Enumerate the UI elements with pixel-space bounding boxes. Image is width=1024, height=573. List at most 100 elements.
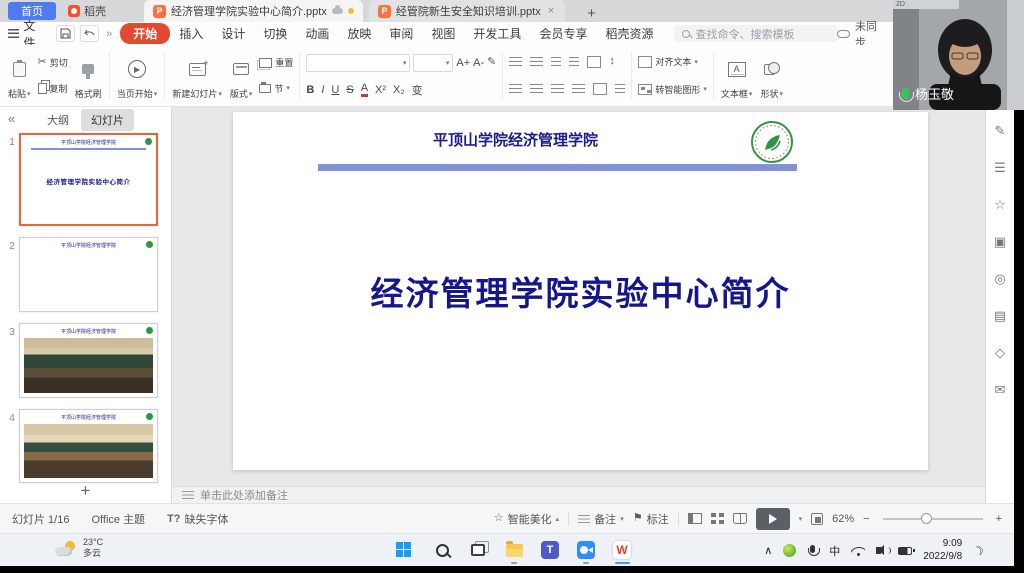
copy-button[interactable]: 复制 bbox=[38, 82, 68, 95]
pinyin-button[interactable]: 变 bbox=[412, 82, 423, 98]
notes-bar[interactable]: 单击此处添加备注 bbox=[172, 486, 985, 503]
video-call-overlay[interactable]: 2D 杨玉敬 bbox=[893, 0, 1024, 110]
slide-thumbnail-3[interactable]: 平顶山学院经济管理学院 bbox=[19, 323, 158, 398]
docer-tab[interactable]: 稻壳 bbox=[56, 0, 118, 22]
notes-toggle-button[interactable]: 备注 ▾ bbox=[578, 511, 624, 527]
slide-thumbnail-1[interactable]: 平顶山学院经济管理学院 经济管理学院实验中心简介 bbox=[19, 133, 158, 226]
decrease-indent-button[interactable] bbox=[551, 57, 561, 67]
add-slide-button[interactable]: + bbox=[0, 481, 171, 501]
bullet-list-button[interactable] bbox=[509, 57, 522, 67]
tray-expand-button[interactable]: ∧ bbox=[764, 544, 772, 557]
slideshow-play-button[interactable] bbox=[756, 508, 790, 530]
normal-view-button[interactable] bbox=[688, 513, 702, 524]
notification-moon-icon[interactable]: ☽ bbox=[971, 542, 987, 559]
zoom-slider[interactable] bbox=[883, 518, 983, 520]
clock[interactable]: 9:092022/9/8 bbox=[923, 538, 962, 563]
panel-icon-layers[interactable]: ▣ bbox=[994, 234, 1006, 250]
increase-font-button[interactable]: A+ bbox=[456, 57, 470, 69]
reading-view-button[interactable] bbox=[733, 513, 747, 524]
font-color-button[interactable]: A bbox=[361, 83, 368, 97]
volume-icon[interactable] bbox=[876, 547, 881, 554]
reset-button[interactable]: 重置 bbox=[259, 56, 293, 69]
font-size-select[interactable]: ▾ bbox=[413, 54, 453, 72]
slide-title-text[interactable]: 经济管理学院实验中心简介 bbox=[233, 267, 928, 315]
menu-tab-design[interactable]: 设计 bbox=[212, 23, 254, 44]
microphone-tray-icon[interactable] bbox=[810, 545, 815, 553]
align-right-button[interactable] bbox=[551, 84, 564, 94]
new-tab-button[interactable]: + bbox=[581, 5, 602, 22]
decrease-font-button[interactable]: A- bbox=[473, 57, 484, 69]
subscript-button[interactable]: X₂ bbox=[393, 84, 405, 96]
paste-button[interactable]: 粘贴▾ bbox=[4, 49, 35, 102]
panel-icon-history[interactable]: ◎ bbox=[994, 271, 1005, 287]
document-tab[interactable]: P 经管院新生安全知识培训.pptx × bbox=[369, 0, 565, 22]
more-commands-icon[interactable]: » bbox=[106, 28, 112, 40]
command-search-input[interactable]: 查找命令、搜索模板 bbox=[674, 25, 836, 42]
battery-icon[interactable] bbox=[898, 547, 912, 555]
align-left-button[interactable] bbox=[509, 84, 522, 94]
section-button[interactable]: 节▾ bbox=[259, 82, 293, 95]
undo-button[interactable] bbox=[80, 25, 99, 42]
chevron-down-icon[interactable]: ▾ bbox=[799, 515, 803, 523]
layout-button[interactable]: 版式▾ bbox=[226, 49, 257, 102]
menu-tab-animation[interactable]: 动画 bbox=[296, 23, 338, 44]
bold-button[interactable]: B bbox=[306, 84, 314, 96]
file-explorer-button[interactable] bbox=[502, 536, 526, 564]
panel-icon-chart[interactable]: ▤ bbox=[994, 308, 1006, 324]
underline-button[interactable]: U bbox=[331, 84, 339, 96]
taskbar-search-button[interactable] bbox=[430, 536, 454, 564]
zoom-slider-knob[interactable] bbox=[921, 513, 932, 524]
menu-tab-view[interactable]: 视图 bbox=[422, 23, 464, 44]
university-logo[interactable] bbox=[750, 120, 794, 164]
panel-icon-mail[interactable]: ✉ bbox=[995, 382, 1006, 398]
collapse-panel-button[interactable]: « bbox=[8, 111, 15, 126]
wps-office-button[interactable]: W bbox=[610, 536, 634, 564]
menu-tab-devtools[interactable]: 开发工具 bbox=[464, 23, 530, 44]
line-spacing-button[interactable]: ↕ bbox=[609, 56, 615, 67]
menu-tab-docer-resources[interactable]: 稻壳资源 bbox=[596, 23, 662, 44]
menu-tab-review[interactable]: 审阅 bbox=[380, 23, 422, 44]
smart-beautify-button[interactable]: ☆ 智能美化 ▴ bbox=[494, 511, 559, 527]
close-icon[interactable]: × bbox=[546, 5, 556, 17]
panel-icon-settings[interactable]: ☰ bbox=[994, 160, 1006, 176]
tab-slides[interactable]: 幻灯片 bbox=[81, 109, 134, 131]
slide-thumbnail-2[interactable]: 平顶山学院经济管理学院 bbox=[19, 237, 158, 312]
menu-tab-home[interactable]: 开始 bbox=[120, 23, 170, 44]
play-from-current-button[interactable]: ▶ 当页开始▾ bbox=[113, 49, 162, 102]
panel-icon-properties[interactable]: ✎ bbox=[995, 123, 1006, 139]
increase-indent-button[interactable] bbox=[569, 57, 579, 67]
slide-sorter-view-button[interactable] bbox=[711, 513, 724, 524]
italic-button[interactable]: I bbox=[321, 84, 324, 96]
menu-tab-slideshow[interactable]: 放映 bbox=[338, 23, 380, 44]
slide-editor[interactable]: 平顶山学院经济管理学院 经济管理学院实验中心简介 bbox=[233, 112, 928, 470]
paragraph-spacing-button[interactable] bbox=[615, 84, 625, 94]
align-text-button[interactable]: 对齐文本▾ bbox=[638, 55, 707, 68]
antivirus-tray-icon[interactable] bbox=[783, 544, 796, 557]
justify-button[interactable] bbox=[572, 84, 585, 94]
zoom-level[interactable]: 62% bbox=[832, 513, 854, 525]
zoom-out-button[interactable]: − bbox=[863, 513, 869, 525]
align-center-button[interactable] bbox=[530, 84, 543, 94]
teams-button[interactable]: T bbox=[538, 536, 562, 564]
theme-name[interactable]: Office 主题 bbox=[91, 511, 145, 527]
shapes-button[interactable]: 形状▾ bbox=[756, 49, 787, 102]
panel-icon-effects[interactable]: ☆ bbox=[994, 197, 1006, 213]
meeting-app-button[interactable] bbox=[574, 536, 598, 564]
wifi-icon[interactable] bbox=[851, 546, 865, 556]
font-family-select[interactable]: ▾ bbox=[306, 54, 410, 72]
menu-tab-member[interactable]: 会员专享 bbox=[530, 23, 596, 44]
missing-font-warning[interactable]: T? 缺失字体 bbox=[167, 511, 228, 527]
numbered-list-button[interactable] bbox=[530, 57, 543, 67]
superscript-button[interactable]: X² bbox=[375, 84, 386, 96]
text-direction-button[interactable] bbox=[587, 56, 601, 68]
task-view-button[interactable] bbox=[466, 536, 490, 564]
strikethrough-button[interactable]: S bbox=[346, 84, 353, 96]
panel-icon-assets[interactable]: ◇ bbox=[995, 345, 1005, 361]
tab-outline[interactable]: 大纲 bbox=[37, 109, 79, 131]
weather-widget[interactable]: 23°C多云 bbox=[55, 537, 103, 560]
slide-header-text[interactable]: 平顶山学院经济管理学院 bbox=[233, 129, 798, 150]
zoom-in-button[interactable]: + bbox=[996, 513, 1002, 525]
save-button[interactable] bbox=[56, 25, 75, 42]
start-button[interactable] bbox=[394, 536, 418, 564]
ime-indicator[interactable]: 中 bbox=[829, 543, 840, 559]
